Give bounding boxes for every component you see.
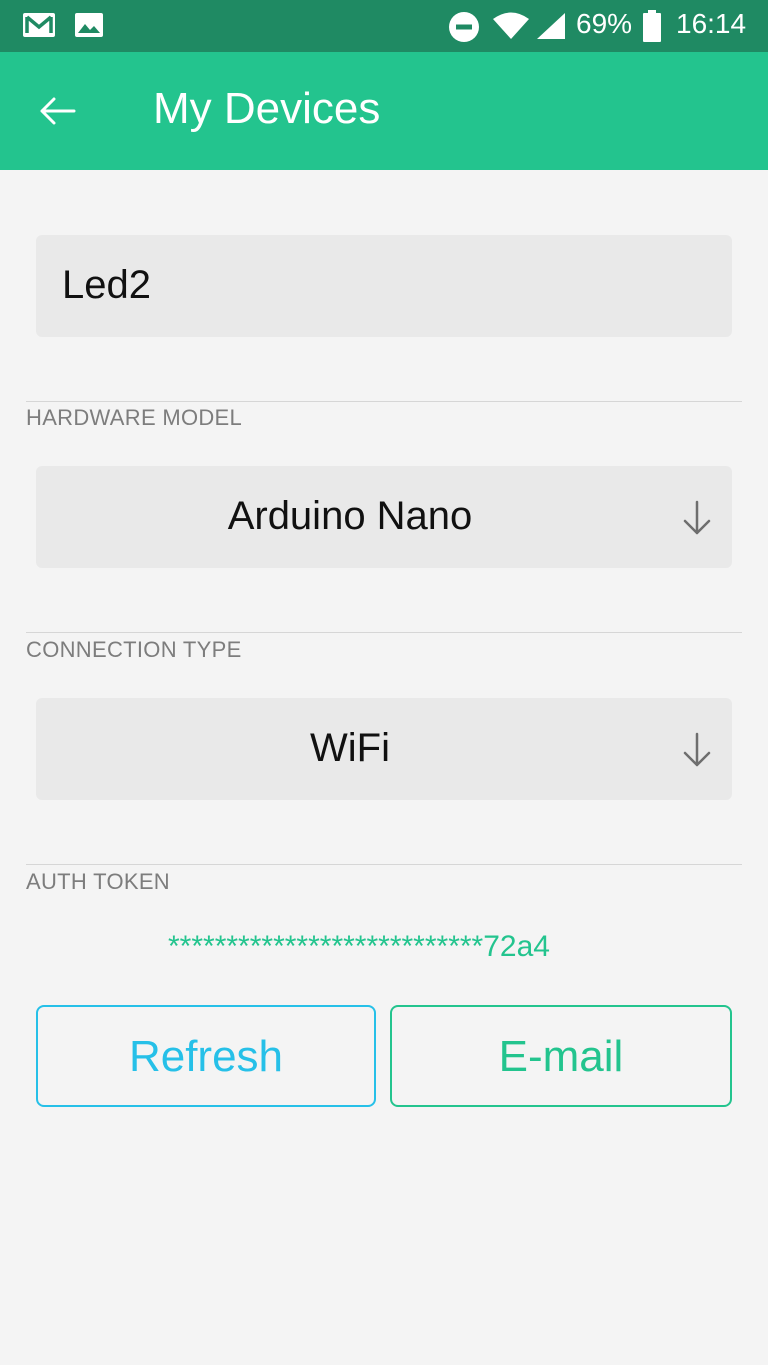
divider xyxy=(26,401,742,402)
hardware-model-value: Arduino Nano xyxy=(227,494,473,538)
refresh-button[interactable]: Refresh xyxy=(36,1005,376,1107)
connection-type-label: CONNECTION TYPE xyxy=(26,637,242,662)
battery-icon xyxy=(643,10,661,42)
signal-icon xyxy=(537,13,565,39)
arrow-left-icon xyxy=(40,97,76,125)
divider xyxy=(26,632,742,633)
page-title: My Devices xyxy=(153,84,381,133)
arrow-down-icon xyxy=(683,500,711,535)
hardware-model-label: HARDWARE MODEL xyxy=(26,405,243,430)
auth-token-label: AUTH TOKEN xyxy=(26,869,170,894)
divider xyxy=(26,864,742,865)
clock: 16:14 xyxy=(676,8,747,39)
device-name-value: Led2 xyxy=(62,263,151,307)
connection-type-value: WiFi xyxy=(310,726,390,770)
gmail-icon xyxy=(23,13,55,37)
app-bar: My Devices xyxy=(0,52,768,170)
do-not-disturb-icon xyxy=(449,12,479,42)
status-bar: 69% 16:14 xyxy=(0,0,768,52)
wifi-icon xyxy=(493,12,529,39)
back-button[interactable] xyxy=(30,88,82,134)
gallery-icon xyxy=(75,13,103,37)
battery-percent: 69% xyxy=(576,8,633,39)
hardware-model-select[interactable]: Arduino Nano xyxy=(36,466,732,568)
connection-type-select[interactable]: WiFi xyxy=(36,698,732,800)
arrow-down-icon xyxy=(683,732,711,767)
device-name-field[interactable]: Led2 xyxy=(36,235,732,337)
email-button[interactable]: E-mail xyxy=(390,1005,732,1107)
auth-token-value[interactable]: ***************************72a4 xyxy=(168,930,550,964)
